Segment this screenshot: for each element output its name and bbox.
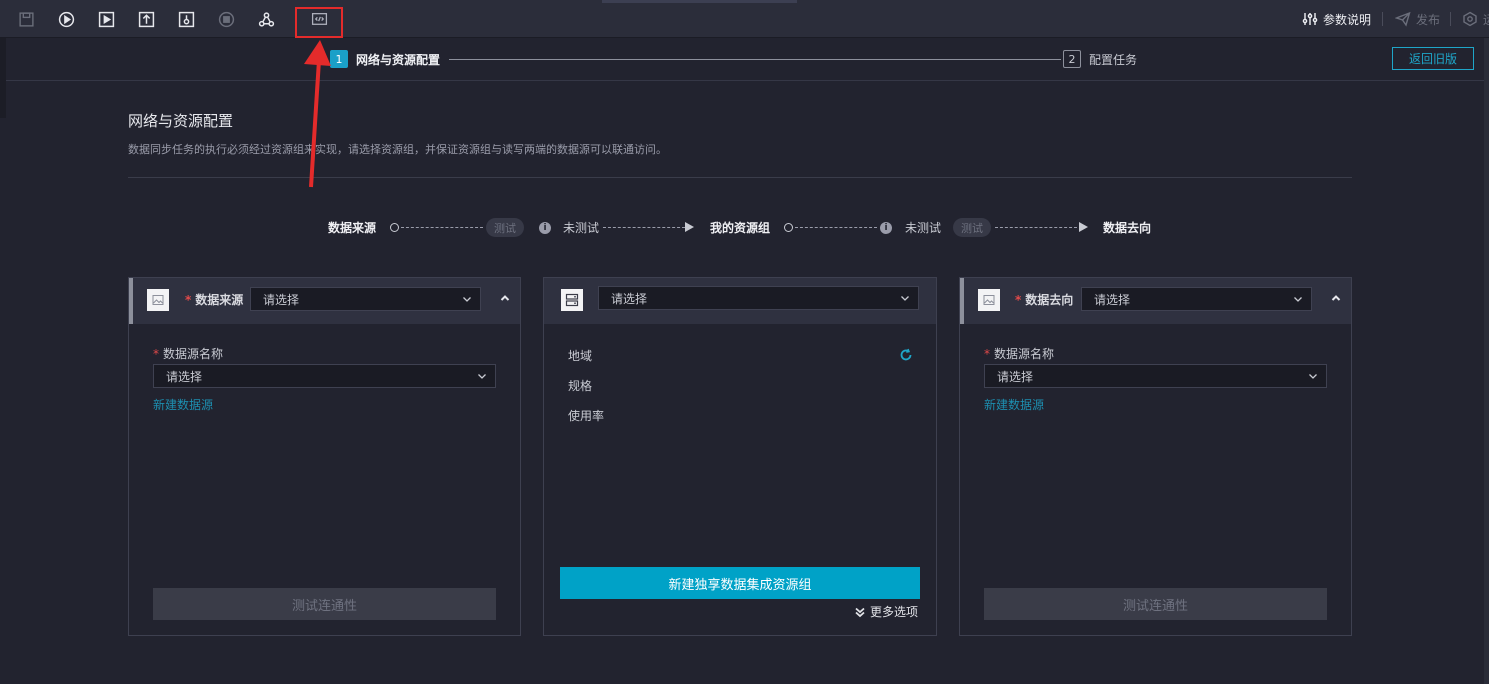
- arrow-right-icon: [685, 222, 694, 232]
- flow-connector: [603, 227, 685, 228]
- flow-source-label: 数据来源: [328, 221, 377, 235]
- info-icon: i: [880, 222, 892, 234]
- source-name-select[interactable]: 请选择: [153, 364, 496, 388]
- flow-connector: [401, 227, 483, 228]
- target-panel: * 数据去向 请选择 * 数据源名称 请选择 新建数据源 测试连通性: [959, 277, 1352, 636]
- test-source-pill[interactable]: 测试: [486, 218, 524, 237]
- info-icon: i: [539, 222, 551, 234]
- chevron-down-icon: [1294, 297, 1302, 302]
- source-head-label: * 数据来源: [185, 293, 244, 307]
- scrollbar-track[interactable]: [1484, 38, 1489, 684]
- send-icon: [1395, 11, 1411, 27]
- params-label: 参数说明: [1323, 12, 1372, 27]
- usage-label: 使用率: [568, 409, 605, 423]
- flow-untested-label: 未测试: [905, 221, 942, 235]
- target-name-label: * 数据源名称: [984, 347, 1055, 361]
- new-target-link[interactable]: 新建数据源: [984, 396, 1044, 413]
- collapse-icon[interactable]: [1330, 292, 1342, 304]
- flow-connector: [795, 227, 877, 228]
- chevron-down-icon: [478, 374, 486, 379]
- flow-target-label: 数据去向: [1103, 221, 1152, 235]
- lock-icon[interactable]: [175, 8, 197, 30]
- section-title: 网络与资源配置: [128, 112, 234, 130]
- test-connectivity-button[interactable]: 测试连通性: [984, 588, 1327, 620]
- save-icon[interactable]: [15, 8, 37, 30]
- server-icon: [561, 289, 583, 311]
- target-name-select[interactable]: 请选择: [984, 364, 1327, 388]
- flow-connector: [995, 227, 1077, 228]
- test-target-pill[interactable]: 测试: [953, 218, 991, 237]
- flow-node: [784, 223, 793, 232]
- region-label: 地域: [568, 349, 593, 363]
- chevron-down-icon: [901, 296, 909, 301]
- step-connector: [449, 59, 1061, 60]
- source-panel: * 数据来源 请选择 * 数据源名称 请选择 新建数据源 测试连通性: [128, 277, 521, 636]
- test-connectivity-button[interactable]: 测试连通性: [153, 588, 496, 620]
- target-panel-header: * 数据去向 请选择: [960, 278, 1351, 324]
- lineage-icon[interactable]: [255, 8, 277, 30]
- ops-label: 运: [1483, 11, 1489, 28]
- ops-button[interactable]: 运: [1462, 9, 1489, 29]
- toolbar: 参数说明 发布 运: [0, 0, 1489, 38]
- create-resource-group-button[interactable]: 新建独享数据集成资源组: [560, 567, 920, 599]
- sliders-icon: [1302, 13, 1318, 25]
- source-type-select[interactable]: 请选择: [250, 287, 481, 311]
- params-button[interactable]: 参数说明: [1302, 9, 1371, 29]
- publish-label: 发布: [1416, 12, 1441, 27]
- spec-label: 规格: [568, 379, 593, 393]
- target-head-label: * 数据去向: [1015, 293, 1074, 307]
- step-bar: 1 网络与资源配置 2 配置任务: [6, 38, 1484, 81]
- step-1-label[interactable]: 网络与资源配置: [356, 51, 440, 68]
- resource-panel: 请选择 地域 规格 使用率 新建独享数据集成资源组 更多选项: [543, 277, 937, 636]
- new-source-link[interactable]: 新建数据源: [153, 396, 213, 413]
- source-name-label: * 数据源名称: [153, 347, 224, 361]
- image-icon: [978, 289, 1000, 311]
- divider: [128, 177, 1352, 178]
- chevron-down-icon: [463, 297, 471, 302]
- submit-icon[interactable]: [135, 8, 157, 30]
- refresh-icon[interactable]: [899, 348, 913, 362]
- target-type-select[interactable]: 请选择: [1081, 287, 1312, 311]
- more-options-toggle[interactable]: 更多选项: [854, 603, 918, 620]
- step-2-label[interactable]: 配置任务: [1089, 51, 1137, 68]
- collapse-icon[interactable]: [499, 292, 511, 304]
- flow-resource-label: 我的资源组: [710, 221, 771, 235]
- flow-node: [390, 223, 399, 232]
- source-panel-header: * 数据来源 请选择: [129, 278, 520, 324]
- ops-icon: [1463, 11, 1477, 27]
- image-icon: [147, 289, 169, 311]
- flow-untested-label: 未测试: [563, 221, 600, 235]
- divider: [1382, 12, 1383, 26]
- step-1-number: 1: [330, 50, 348, 68]
- section-description: 数据同步任务的执行必须经过资源组来实现，请选择资源组，并保证资源组与读写两端的数…: [128, 143, 667, 156]
- arrow-right-icon: [1079, 222, 1088, 232]
- back-to-old-version-button[interactable]: 返回旧版: [1392, 47, 1474, 70]
- chevron-down-icon: [1309, 374, 1317, 379]
- double-chevron-down-icon: [855, 607, 865, 617]
- step-2-number: 2: [1063, 50, 1081, 68]
- tab-strip: [602, 0, 797, 3]
- stop-icon[interactable]: [215, 8, 237, 30]
- divider: [1450, 12, 1451, 26]
- run-icon[interactable]: [55, 8, 77, 30]
- run-params-icon[interactable]: [95, 8, 117, 30]
- resource-panel-header: 请选择: [544, 278, 936, 324]
- highlight-box: [295, 7, 343, 38]
- resource-group-select[interactable]: 请选择: [598, 286, 919, 310]
- publish-button[interactable]: 发布: [1395, 9, 1440, 29]
